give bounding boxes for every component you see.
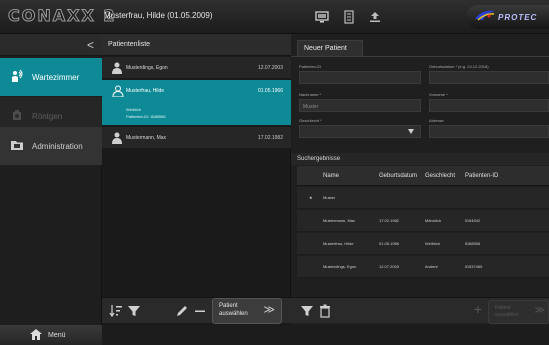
cell-name: Musterfrau, Hilde [323, 241, 354, 246]
tab-new-patient[interactable]: Neuer Patient [297, 40, 363, 56]
cell-birthdate: 01.05.1966 [379, 241, 400, 246]
chevron-left-icon: < [86, 37, 94, 52]
double-chevron-right-icon: ≫ [263, 304, 275, 316]
cell-sex: Männlich [425, 218, 442, 223]
new-patient-panel: Neuer Patient Patienten-ID Geburtsdatum … [291, 34, 549, 345]
birthdate-label: Geburtsdatum * (e.g. 24.12.2018) [429, 64, 489, 69]
double-chevron-right-icon: ≫ [534, 305, 545, 316]
edit-icon[interactable] [174, 303, 190, 319]
patient-name: Musterdings, Egon [126, 65, 168, 71]
address-label: Adresse [429, 118, 444, 123]
filter-icon[interactable] [126, 303, 142, 319]
cell-patient-id: ID88556 [465, 241, 481, 246]
current-patient-label: Musterfrau, Hilde (01.05.2009) [104, 11, 213, 20]
logo-mark-icon [474, 8, 496, 27]
patient-birthdate: 17.02.1982 [257, 135, 283, 141]
upload-icon[interactable] [368, 10, 382, 24]
patient-icon [112, 131, 122, 149]
firstname-field[interactable] [429, 99, 549, 112]
caret-down-icon [408, 129, 414, 136]
column-header-birthdate[interactable]: Geburtsdatum [379, 173, 417, 179]
table-row-new-entry[interactable]: ★ Muster [297, 187, 549, 209]
cell-name: Mustermann, Max [323, 218, 356, 223]
menu-label: Menü [48, 331, 66, 339]
table-row[interactable]: Mustermann, Max 17.02.1982 Männlich ID54… [297, 210, 549, 232]
nav-item-label: Administration [32, 141, 83, 151]
select-patient-button-disabled[interactable]: Patient auswählen ≫ [488, 300, 549, 324]
sort-icon[interactable] [108, 303, 124, 319]
collapse-nav-button[interactable]: < [0, 34, 102, 56]
add-patient-button[interactable]: + [469, 300, 487, 318]
patient-name: Mustermann, Max [126, 135, 167, 141]
nav-item-label: Wartezimmer [32, 72, 80, 82]
sex-label: Geschlecht * [299, 118, 322, 123]
patient-id-field[interactable] [299, 71, 421, 84]
table-header: Name Geburtsdatum Geschlecht Patienten-I… [297, 166, 549, 186]
nav-item-administration[interactable]: Administration [0, 127, 102, 165]
company-logo: PROTEC [466, 5, 549, 29]
patient-list-title: Patientenliste [102, 34, 291, 56]
xray-icon [10, 108, 24, 124]
brand-logo: CONAXX 2 [8, 6, 117, 26]
patient-icon [112, 61, 122, 79]
column-header-name[interactable]: Name [323, 173, 339, 179]
cell-birthdate: 17.02.1982 [379, 218, 400, 223]
cell-birthdate: 12.07.2003 [379, 264, 400, 269]
firstname-label: Vorname * [429, 92, 448, 97]
patient-birthdate: 12.07.2003 [257, 65, 283, 71]
search-results-title: Suchergebnisse [291, 153, 549, 165]
patient-list-item[interactable]: Musterdings, Egon 12.07.2003 [102, 57, 291, 79]
trash-icon[interactable] [317, 303, 333, 319]
patient-icon [112, 84, 124, 102]
star-icon: ★ [309, 195, 313, 200]
left-navigation: < Wartezimmer Röntgen Administration Men [0, 34, 102, 345]
logo-wordmark: PROTEC [498, 12, 538, 22]
cell-name: Muster [323, 195, 336, 200]
title-bar: CONAXX 2 Musterfrau, Hilde (01.05.2009) … [0, 0, 549, 34]
sex-select[interactable] [299, 125, 421, 138]
menu-button[interactable]: Menü [0, 325, 102, 345]
lastname-label: Nachname * [299, 92, 322, 97]
app-window: CONAXX 2 Musterfrau, Hilde (01.05.2009) … [0, 0, 549, 345]
patient-list-item-selected[interactable]: Musterfrau, Hilde 01.05.1966 Weiblich Pa… [102, 80, 291, 126]
folder-icon [10, 138, 24, 154]
lastname-field[interactable] [299, 99, 421, 112]
patient-id: Patienten-ID: ID88556 [126, 114, 166, 119]
nav-item-label: Röntgen [32, 111, 63, 121]
birthdate-field[interactable] [429, 71, 549, 84]
patient-list-item[interactable]: Mustermann, Max 17.02.1982 [102, 127, 291, 149]
filter-icon[interactable] [299, 303, 315, 319]
cell-sex: Weiblich [425, 241, 441, 246]
patient-id-label: Patienten-ID [299, 64, 322, 69]
cell-sex: Andere [425, 264, 438, 269]
select-patient-button[interactable]: Patient auswählen ≫ [212, 298, 282, 324]
column-header-patient-id[interactable]: Patienten-ID [465, 173, 498, 179]
minus-icon[interactable] [192, 303, 208, 319]
column-header-sex[interactable]: Geschlecht [425, 173, 455, 179]
patient-name: Musterfrau, Hilde [126, 88, 165, 94]
cell-name: Musterdings, Egon [323, 264, 357, 269]
waiting-room-icon [10, 69, 24, 85]
address-field[interactable] [429, 125, 549, 138]
tab-divider [291, 56, 549, 57]
cell-patient-id: ID537465 [465, 264, 483, 269]
nav-item-waiting-room[interactable]: Wartezimmer [0, 58, 102, 96]
monitor-icon[interactable] [315, 10, 329, 24]
table-row[interactable]: Musterfrau, Hilde 01.05.1966 Weiblich ID… [297, 233, 549, 255]
patient-sex: Weiblich [126, 107, 142, 112]
patient-birthdate: 01.05.1966 [257, 88, 283, 94]
document-icon[interactable] [342, 10, 356, 24]
cell-patient-id: ID54542 [465, 218, 481, 223]
patient-list-panel: Patientenliste Musterdings, Egon 12.07.2… [102, 34, 291, 345]
table-row[interactable]: Musterdings, Egon 12.07.2003 Andere ID53… [297, 256, 549, 278]
home-icon [30, 328, 42, 342]
bottom-status-strip [102, 325, 549, 345]
